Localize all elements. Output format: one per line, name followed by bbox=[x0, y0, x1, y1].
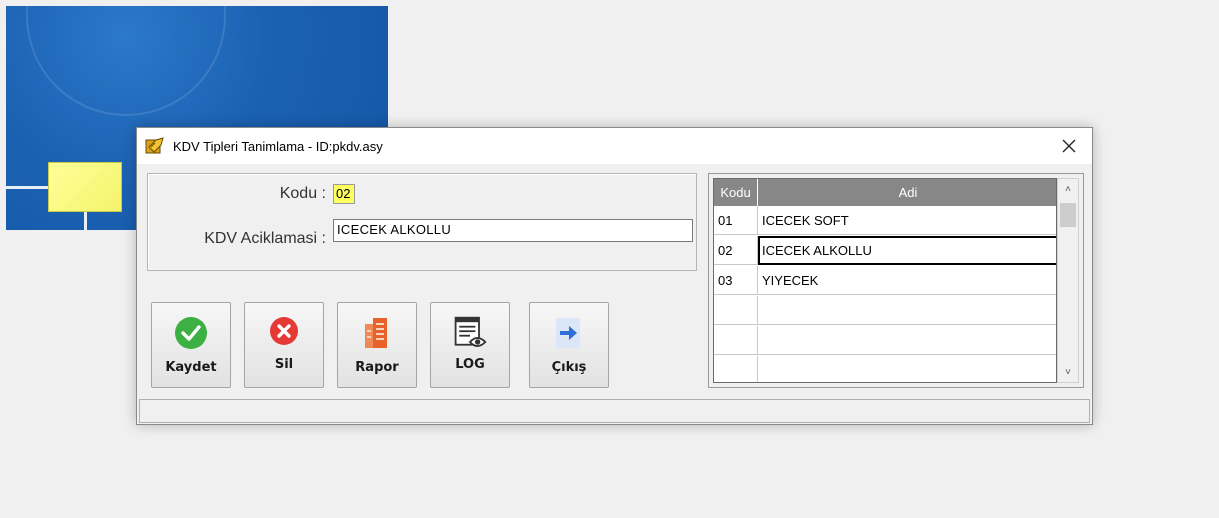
cell-kodu[interactable] bbox=[714, 326, 758, 355]
cikis-label: Çıkış bbox=[551, 360, 587, 375]
cell-adi[interactable] bbox=[758, 356, 1056, 382]
kaydet-button[interactable]: Kaydet bbox=[151, 302, 231, 388]
cell-kodu[interactable]: 02 bbox=[714, 236, 758, 265]
close-button[interactable] bbox=[1046, 128, 1092, 164]
scroll-down-button[interactable]: ˅ bbox=[1058, 362, 1078, 382]
kdv-grid[interactable]: Kodu Adi 01 ICECEK SOFT 02 ICECEK ALKOLL… bbox=[713, 178, 1057, 383]
column-header-adi[interactable]: Adi bbox=[758, 179, 1056, 206]
chevron-up-icon: ˄ bbox=[1065, 183, 1071, 195]
kaydet-label: Kaydet bbox=[165, 360, 217, 375]
kdv-form-group: Kodu : 02 KDV Aciklamasi : ICECEK ALKOLL… bbox=[147, 173, 697, 271]
log-label: LOG bbox=[455, 357, 485, 372]
kodu-field[interactable]: 02 bbox=[333, 184, 355, 204]
table-row[interactable] bbox=[714, 326, 1056, 355]
scroll-up-button[interactable]: ˄ bbox=[1058, 179, 1078, 199]
table-row[interactable] bbox=[714, 296, 1056, 325]
background-node-decoration bbox=[48, 162, 122, 212]
aciklama-field[interactable]: ICECEK ALKOLLU bbox=[333, 219, 693, 242]
report-icon bbox=[365, 318, 387, 348]
background-connector-line bbox=[6, 186, 54, 189]
cell-kodu[interactable] bbox=[714, 356, 758, 382]
x-circle-icon bbox=[270, 317, 298, 345]
table-row[interactable]: 01 ICECEK SOFT bbox=[714, 206, 1056, 235]
window-title: KDV Tipleri Tanimlama - ID:pkdv.asy bbox=[173, 138, 383, 154]
title-bar[interactable]: KDV Tipleri Tanimlama - ID:pkdv.asy bbox=[137, 128, 1092, 164]
cell-kodu[interactable]: 01 bbox=[714, 206, 758, 235]
rapor-label: Rapor bbox=[355, 360, 399, 375]
table-row[interactable]: 03 YIYECEK bbox=[714, 266, 1056, 295]
cell-adi[interactable]: YIYECEK bbox=[758, 266, 1056, 295]
aciklama-label: KDV Aciklamasi : bbox=[204, 230, 326, 247]
kdv-dialog-window: KDV Tipleri Tanimlama - ID:pkdv.asy Kodu… bbox=[136, 127, 1093, 425]
status-bar bbox=[139, 399, 1090, 423]
cell-kodu[interactable]: 03 bbox=[714, 266, 758, 295]
check-circle-icon bbox=[175, 317, 207, 349]
table-row-selected[interactable]: 02 ICECEK ALKOLLU bbox=[714, 236, 1056, 265]
cell-adi[interactable] bbox=[758, 326, 1056, 355]
chevron-down-icon: ˅ bbox=[1065, 366, 1071, 378]
grid-vertical-scrollbar[interactable]: ˄ ˅ bbox=[1057, 178, 1079, 383]
close-icon bbox=[1062, 139, 1076, 153]
cell-kodu[interactable] bbox=[714, 296, 758, 325]
background-ring-decoration bbox=[26, 6, 226, 116]
sil-label: Sil bbox=[274, 357, 294, 372]
kodu-label: Kodu : bbox=[279, 185, 326, 202]
sil-button[interactable]: Sil bbox=[244, 302, 324, 388]
kdv-grid-frame: Kodu Adi 01 ICECEK SOFT 02 ICECEK ALKOLL… bbox=[708, 173, 1084, 388]
arrow-right-icon bbox=[556, 318, 580, 348]
log-button[interactable]: LOG bbox=[430, 302, 510, 388]
cell-adi[interactable]: ICECEK SOFT bbox=[758, 206, 1056, 235]
cell-adi[interactable]: ICECEK ALKOLLU bbox=[758, 236, 1056, 265]
cell-adi[interactable] bbox=[758, 296, 1056, 325]
table-row[interactable] bbox=[714, 356, 1056, 382]
cikis-button[interactable]: Çıkış bbox=[529, 302, 609, 388]
rapor-button[interactable]: Rapor bbox=[337, 302, 417, 388]
scroll-thumb[interactable] bbox=[1060, 203, 1076, 227]
log-view-icon bbox=[454, 316, 487, 347]
column-header-kodu[interactable]: Kodu bbox=[714, 179, 758, 206]
app-icon bbox=[145, 137, 164, 154]
